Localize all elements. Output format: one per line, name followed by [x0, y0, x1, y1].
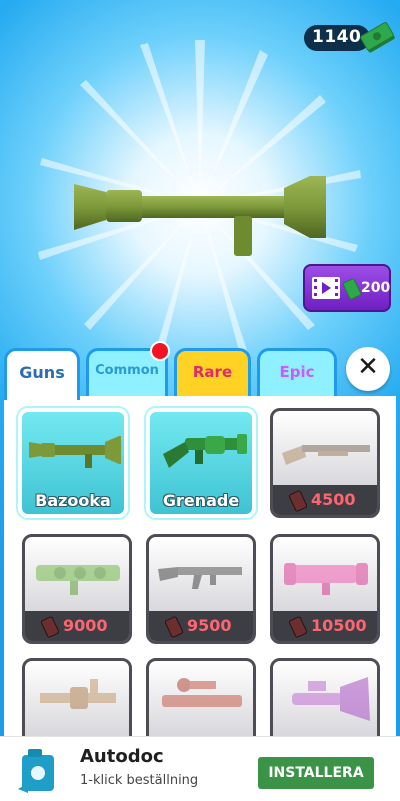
- assault-rifle-icon: [158, 567, 242, 589]
- cash-stack-icon: [360, 22, 395, 53]
- shop-item-locked[interactable]: 9500: [146, 534, 256, 644]
- cash-icon: [289, 490, 307, 512]
- tab-epic[interactable]: Epic: [257, 348, 337, 396]
- shop-item-name: Bazooka: [35, 491, 111, 510]
- tab-rare-label: Rare: [192, 363, 233, 381]
- autodoc-logo-icon: [18, 749, 54, 793]
- shop-item-price: 9000: [63, 616, 108, 635]
- pink-launcher-icon: [284, 563, 368, 595]
- cash-icon: [289, 616, 307, 638]
- shop-item-price: 9500: [187, 616, 232, 635]
- close-button[interactable]: ✕: [346, 347, 390, 391]
- shop-item-grenade[interactable]: Grenade: [146, 408, 256, 518]
- shop-item-name: Grenade: [162, 491, 240, 510]
- ad-banner[interactable]: Autodoc 1-klick beställning INSTALLERA: [0, 736, 400, 801]
- notification-badge: [150, 341, 170, 361]
- launcher-icon: [36, 565, 120, 595]
- tab-guns[interactable]: Guns: [4, 348, 80, 400]
- shop-item-bazooka[interactable]: Bazooka: [18, 408, 128, 518]
- cash-icon: [165, 616, 183, 638]
- grenade-launcher-icon: [163, 434, 247, 468]
- price-bar: 10500: [273, 611, 377, 641]
- tab-epic-label: Epic: [279, 363, 315, 381]
- shop-item-price: 10500: [311, 616, 367, 635]
- ad-subtitle: 1-klick beställning: [80, 773, 199, 788]
- cash-icon: [41, 616, 59, 638]
- rifle-icon: [282, 445, 370, 465]
- tab-rare[interactable]: Rare: [174, 348, 251, 396]
- tab-common-label: Common: [95, 363, 159, 378]
- cash-icon: [343, 278, 361, 300]
- ad-title: Autodoc: [80, 746, 164, 767]
- shop-item-locked[interactable]: 9000: [22, 534, 132, 644]
- tab-guns-label: Guns: [19, 363, 65, 382]
- price-bar: 4500: [273, 485, 377, 515]
- shop-item-locked[interactable]: 10500: [270, 534, 380, 644]
- currency-amount: 1140: [312, 27, 362, 47]
- shop-item-price: 4500: [311, 490, 356, 509]
- bazooka-icon: [29, 436, 121, 468]
- cannon-icon: [40, 679, 116, 709]
- install-button[interactable]: INSTALLERA: [258, 757, 374, 789]
- currency-counter: 1140: [304, 20, 395, 54]
- featured-weapon-bazooka-icon: [74, 176, 326, 256]
- video-reward-amount: 200: [361, 280, 391, 296]
- ray-gun-icon: [292, 677, 370, 721]
- scoped-cannon-icon: [162, 678, 242, 707]
- video-play-icon: [312, 277, 340, 299]
- watch-video-reward-button[interactable]: 200: [303, 264, 391, 312]
- shop-panel: Bazooka Grenade 4500 9000 9500 10500: [4, 396, 396, 768]
- close-icon: ✕: [357, 352, 379, 382]
- price-bar: 9000: [25, 611, 129, 641]
- price-bar: 9500: [149, 611, 253, 641]
- install-button-label: INSTALLERA: [268, 765, 364, 781]
- shop-item-locked[interactable]: 4500: [270, 408, 380, 518]
